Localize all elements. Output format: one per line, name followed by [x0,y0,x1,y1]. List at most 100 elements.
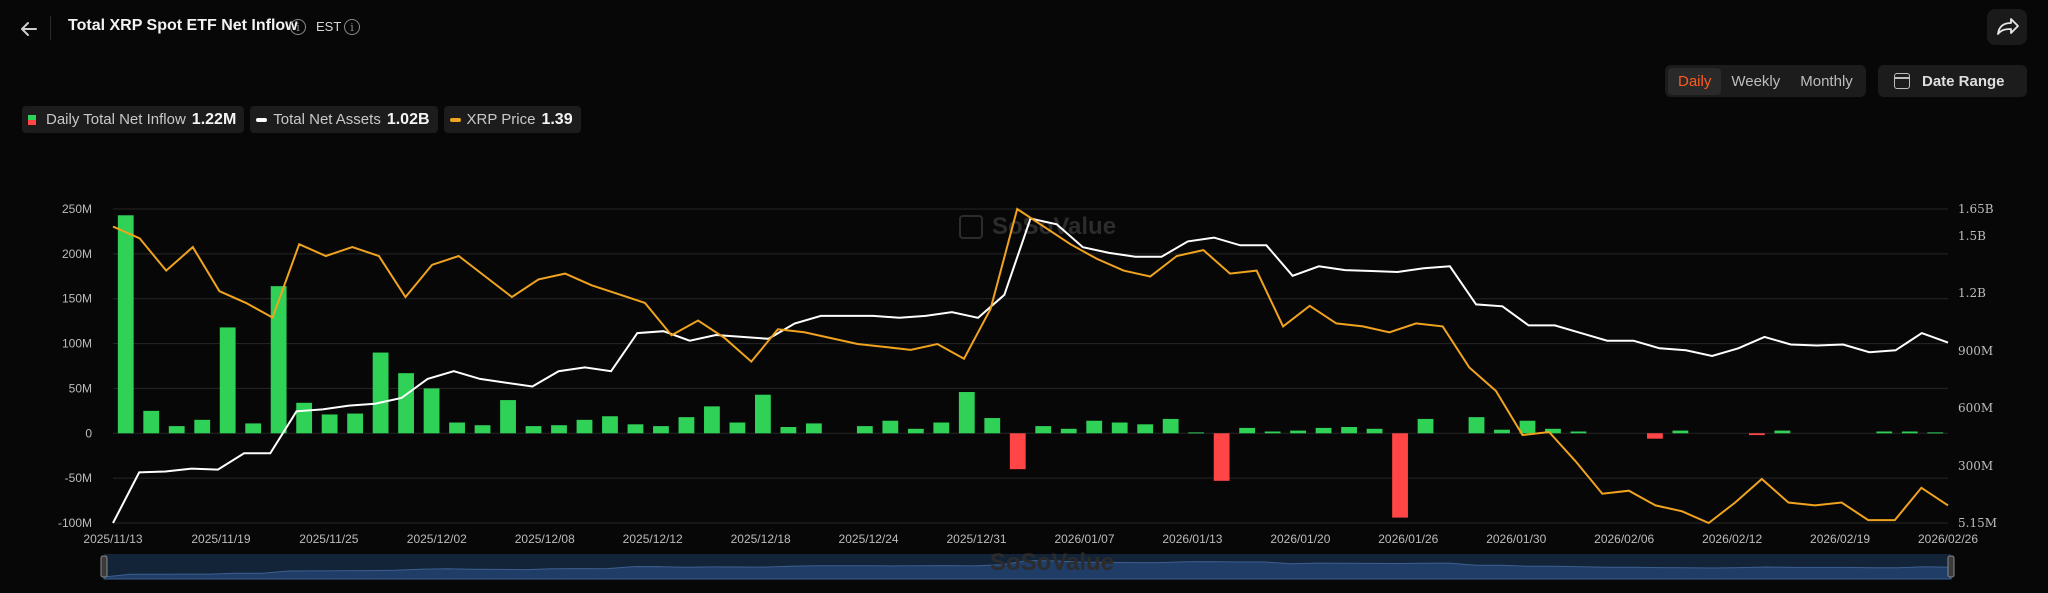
inflow-bar [474,425,491,434]
inflow-bar [1748,433,1765,436]
inflow-bar [1901,431,1918,434]
y-right-tick-label: 300M [1958,459,1993,473]
x-tick-label: 2025/12/18 [731,532,791,546]
inflow-bar [398,373,414,434]
inflow-bar [449,422,465,434]
y-left-tick-label: -50M [65,471,92,485]
inflow-bar [1009,433,1026,470]
inflow-bar [168,426,185,434]
inflow-bar [678,417,695,434]
overview-left-handle[interactable] [100,555,108,578]
inflow-bar [856,426,873,434]
x-tick-label: 2026/01/13 [1162,532,1222,546]
inflow-bar [1162,418,1179,434]
inflow-bar [423,388,440,434]
inflow-bar [1086,420,1103,434]
y-right-tick-label: 1.65B [1958,202,1994,216]
inflow-bar [347,413,364,434]
inflow-bar [1876,431,1893,434]
x-tick-label: 2025/12/02 [407,532,467,546]
inflow-bar [1239,427,1256,434]
inflow-bar [117,215,134,434]
inflow-bar [1672,430,1689,434]
inflow-bar [1647,433,1663,439]
y-right-tick-label: 1.5B [1958,229,1986,243]
inflow-bar [1137,424,1154,434]
inflow-bar [1494,429,1510,434]
inflow-bar [551,425,567,434]
y-right-tick-label: 5.15M [1958,516,1997,530]
inflow-bar [1060,428,1077,434]
y-right-tick-label: 1.2B [1958,286,1986,300]
inflow-bar [958,392,975,434]
inflow-bar [1035,426,1052,434]
x-tick-label: 2026/02/12 [1702,532,1762,546]
inflow-bar [576,419,593,434]
x-tick-label: 2025/12/31 [946,532,1006,546]
x-tick-label: 2025/12/24 [839,532,899,546]
y-left-tick-label: 150M [62,292,92,306]
inflow-bar [1392,433,1408,518]
y-right-tick-label: 600M [1958,401,1993,415]
y-left-tick-label: 200M [62,247,92,261]
inflow-bar [1341,427,1357,434]
inflow-bar [321,414,338,434]
x-tick-label: 2026/01/07 [1054,532,1114,546]
inflow-bar [907,428,924,434]
x-tick-label: 2025/11/13 [83,532,142,546]
inflow-bar [1519,420,1536,434]
overview-right-handle[interactable] [1947,555,1955,578]
inflow-bar [627,424,644,434]
inflow-bar [1468,417,1485,434]
inflow-bar [780,427,797,434]
inflow-bar [500,400,516,434]
y-left-tick-label: 250M [62,202,92,216]
x-tick-label: 2026/01/20 [1270,532,1330,546]
y-right-tick-label: 900M [1958,344,1993,358]
x-tick-label: 2026/02/26 [1918,532,1978,546]
inflow-bar [1290,430,1307,434]
inflow-chart: SoSoValue 250M 200M 150M 100M 50M 0 -50M -100M 1… [58,202,1997,580]
inflow-bar [984,418,1001,434]
x-tick-label: 2026/01/26 [1378,532,1438,546]
inflow-bar [754,394,771,434]
inflow-bar [1570,431,1587,434]
inflow-bar [1188,432,1205,434]
inflow-bar [194,419,211,434]
inflow-bar [1264,431,1281,434]
x-tick-label: 2026/01/30 [1486,532,1546,546]
inflow-bar [653,426,669,434]
inflow-bar [1366,428,1383,434]
inflow-bar [1417,418,1434,434]
inflow-bar [882,420,899,434]
inflow-bar [1315,427,1332,434]
y-left-tick-label: -100M [58,516,92,530]
y-left-tick-label: 50M [69,381,92,395]
inflow-bar [602,416,618,434]
inflow-bar [1774,430,1791,434]
x-tick-label: 2026/02/19 [1810,532,1870,546]
inflow-bar [704,406,720,434]
x-tick-label: 2026/02/06 [1594,532,1654,546]
inflow-bar [729,422,746,434]
inflow-bar [219,327,236,434]
x-tick-label: 2025/11/19 [191,532,250,546]
x-tick-label: 2025/11/25 [299,532,358,546]
inflow-bar [296,402,313,434]
inflow-bar [1927,432,1944,434]
inflow-bar [270,286,287,434]
inflow-bar [1213,433,1230,481]
y-left-tick-label: 0 [85,426,92,440]
overview-watermark-text: SoSoValue [990,549,1114,576]
inflow-bar [525,426,542,434]
x-tick-label: 2025/12/08 [515,532,575,546]
inflow-bar [805,423,822,434]
inflow-bar [143,410,160,434]
inflow-bar [372,352,389,434]
watermark-logo-icon [959,215,983,239]
inflow-bar [245,423,262,434]
inflow-bar [933,422,950,434]
y-left-tick-label: 100M [62,337,92,351]
inflow-bar [1111,422,1128,434]
x-tick-label: 2025/12/12 [623,532,683,546]
